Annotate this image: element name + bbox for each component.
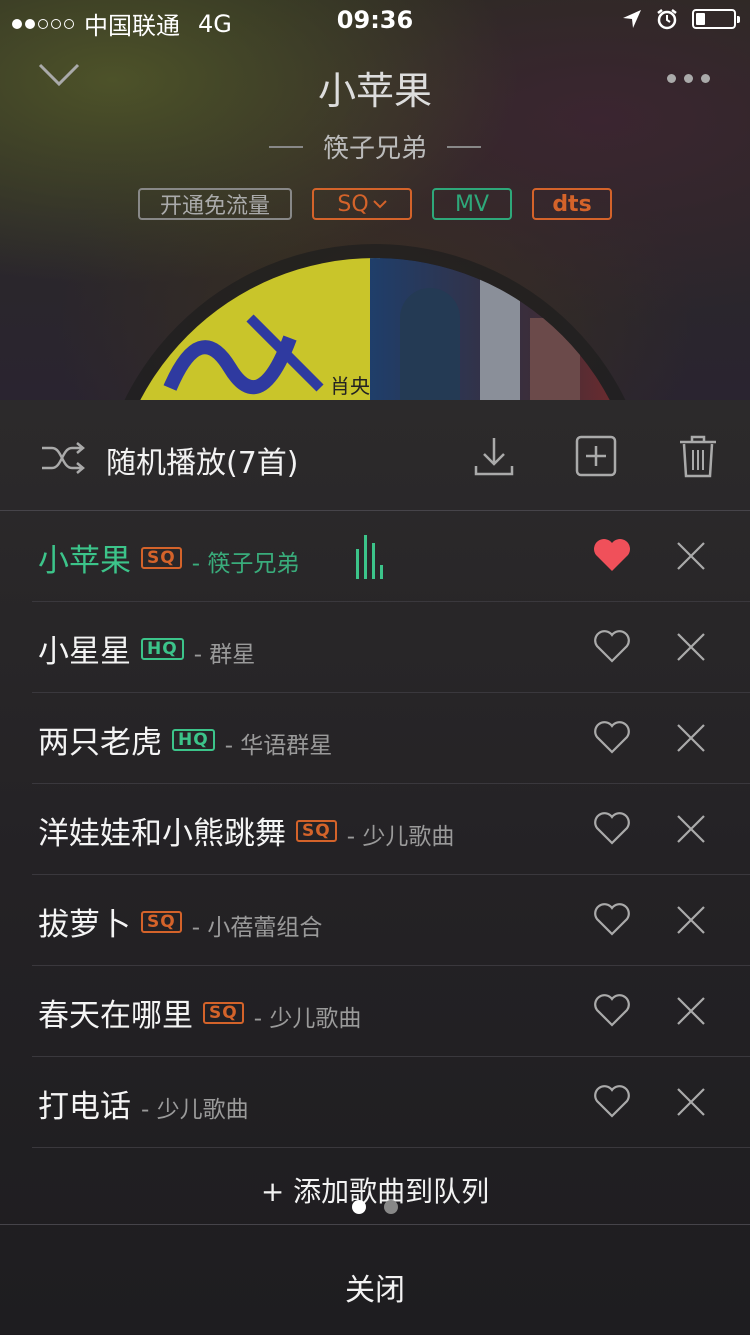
download-icon[interactable] xyxy=(472,434,516,478)
song-artist: - 小蓓蕾组合 xyxy=(191,914,323,941)
remove-icon[interactable] xyxy=(676,723,706,753)
song-artist: - 少儿歌曲 xyxy=(346,823,455,850)
heart-outline-icon[interactable] xyxy=(592,992,632,1028)
badge-row: 开通免流量 SQ MV dts xyxy=(0,188,750,220)
song-artist: - 华语群星 xyxy=(224,732,333,759)
heart-outline-icon[interactable] xyxy=(592,628,632,664)
queue-header: 随机播放(7首) xyxy=(0,400,750,511)
queue-song-row[interactable]: 拔萝卜 SQ - 小蓓蕾组合 xyxy=(32,875,750,966)
queue-song-list: 小苹果 SQ - 筷子兄弟 小星星 HQ - 群星 两只老虎 HQ - 华语群星 xyxy=(0,511,750,1148)
quality-badge: HQ xyxy=(172,728,215,751)
song-name: 小苹果 xyxy=(38,543,131,579)
queue-song-row[interactable]: 小苹果 SQ - 筷子兄弟 xyxy=(32,511,750,602)
alarm-icon xyxy=(657,9,677,30)
quality-badge: SQ xyxy=(296,819,337,842)
now-playing-title: 小苹果 xyxy=(317,69,432,113)
album-art-scrawl xyxy=(163,314,324,395)
quality-badge: SQ xyxy=(141,546,182,569)
song-artist: - 少儿歌曲 xyxy=(253,1005,362,1032)
remove-icon[interactable] xyxy=(676,814,706,844)
quality-badge: SQ xyxy=(141,910,182,933)
song-name: 打电话 xyxy=(38,1089,131,1125)
album-art-text: 肖央 xyxy=(330,374,370,398)
heart-outline-icon[interactable] xyxy=(592,719,632,755)
more-options-button[interactable] xyxy=(667,74,710,83)
location-icon xyxy=(623,10,641,28)
quality-badge: HQ xyxy=(141,637,184,660)
add-to-playlist-icon[interactable] xyxy=(574,434,618,478)
song-name: 两只老虎 xyxy=(38,725,162,761)
song-artist: - 筷子兄弟 xyxy=(191,550,300,577)
chevron-down-icon xyxy=(372,200,387,209)
shuffle-icon[interactable] xyxy=(40,440,86,476)
remove-icon[interactable] xyxy=(676,541,706,571)
quality-badge: SQ xyxy=(203,1001,244,1024)
song-info: 洋娃娃和小熊跳舞 SQ - 少儿歌曲 xyxy=(38,808,454,853)
playing-equalizer-icon xyxy=(356,535,383,579)
status-bar: 中国联通 4G 09:36 xyxy=(0,0,750,40)
statue-shape xyxy=(400,288,460,400)
queue-song-row[interactable]: 春天在哪里 SQ - 少儿歌曲 xyxy=(32,966,750,1057)
close-label: 关闭 xyxy=(345,1273,405,1308)
queue-song-row[interactable]: 打电话 - 少儿歌曲 xyxy=(32,1057,750,1148)
song-name: 春天在哪里 xyxy=(38,998,193,1034)
free-traffic-button[interactable]: 开通免流量 xyxy=(138,188,292,220)
song-info: 拔萝卜 SQ - 小蓓蕾组合 xyxy=(38,899,322,944)
building-shape xyxy=(530,318,580,400)
page-dot xyxy=(384,1200,398,1214)
song-artist: - 少儿歌曲 xyxy=(141,1096,249,1123)
queue-song-row[interactable]: 两只老虎 HQ - 华语群星 xyxy=(32,693,750,784)
trash-icon[interactable] xyxy=(676,434,720,478)
heart-outline-icon[interactable] xyxy=(592,901,632,937)
now-playing-artist-row: 筷子兄弟 xyxy=(0,128,750,165)
building-shape xyxy=(480,278,520,400)
battery-icon xyxy=(692,9,740,29)
album-disc: 肖央 xyxy=(110,258,640,400)
quality-label: SQ xyxy=(337,191,369,217)
dts-button[interactable]: dts xyxy=(532,188,612,220)
song-name: 小星星 xyxy=(38,634,131,670)
remove-icon[interactable] xyxy=(676,905,706,935)
mv-button[interactable]: MV xyxy=(432,188,512,220)
song-info: 小星星 HQ - 群星 xyxy=(38,626,255,671)
song-info: 两只老虎 HQ - 华语群星 xyxy=(38,717,332,762)
close-button[interactable]: 关闭 xyxy=(0,1224,750,1335)
play-mode-label[interactable]: 随机播放(7首) xyxy=(106,438,299,482)
album-art-right xyxy=(370,258,640,400)
remove-icon[interactable] xyxy=(676,632,706,662)
page-indicator xyxy=(352,1200,398,1214)
heart-filled-icon[interactable] xyxy=(592,537,632,573)
song-artist: - 群星 xyxy=(193,641,256,668)
play-queue-panel: 随机播放(7首) 小苹果 SQ - 筷子兄弟 小星星 HQ - 群星 两只老虎 … xyxy=(0,400,750,1334)
quality-select-button[interactable]: SQ xyxy=(312,188,412,220)
album-art-left: 肖央 xyxy=(110,258,380,400)
song-name: 洋娃娃和小熊跳舞 xyxy=(38,816,286,852)
now-playing-artist: 筷子兄弟 xyxy=(322,134,427,164)
song-info: 春天在哪里 SQ - 少儿歌曲 xyxy=(38,990,361,1035)
remove-icon[interactable] xyxy=(676,996,706,1026)
heart-outline-icon[interactable] xyxy=(592,1083,632,1119)
song-info: 小苹果 SQ - 筷子兄弟 xyxy=(38,535,299,580)
heart-outline-icon[interactable] xyxy=(592,810,632,846)
song-name: 拔萝卜 xyxy=(38,907,131,943)
queue-song-row[interactable]: 小星星 HQ - 群星 xyxy=(32,602,750,693)
song-info: 打电话 - 少儿歌曲 xyxy=(38,1081,249,1126)
queue-song-row[interactable]: 洋娃娃和小熊跳舞 SQ - 少儿歌曲 xyxy=(32,784,750,875)
page-dot xyxy=(352,1200,366,1214)
remove-icon[interactable] xyxy=(676,1087,706,1117)
player-background: 肖央 中国联通 4G 09:36 小苹果 筷子兄弟 开通免流量 SQ MV dt… xyxy=(0,0,750,400)
